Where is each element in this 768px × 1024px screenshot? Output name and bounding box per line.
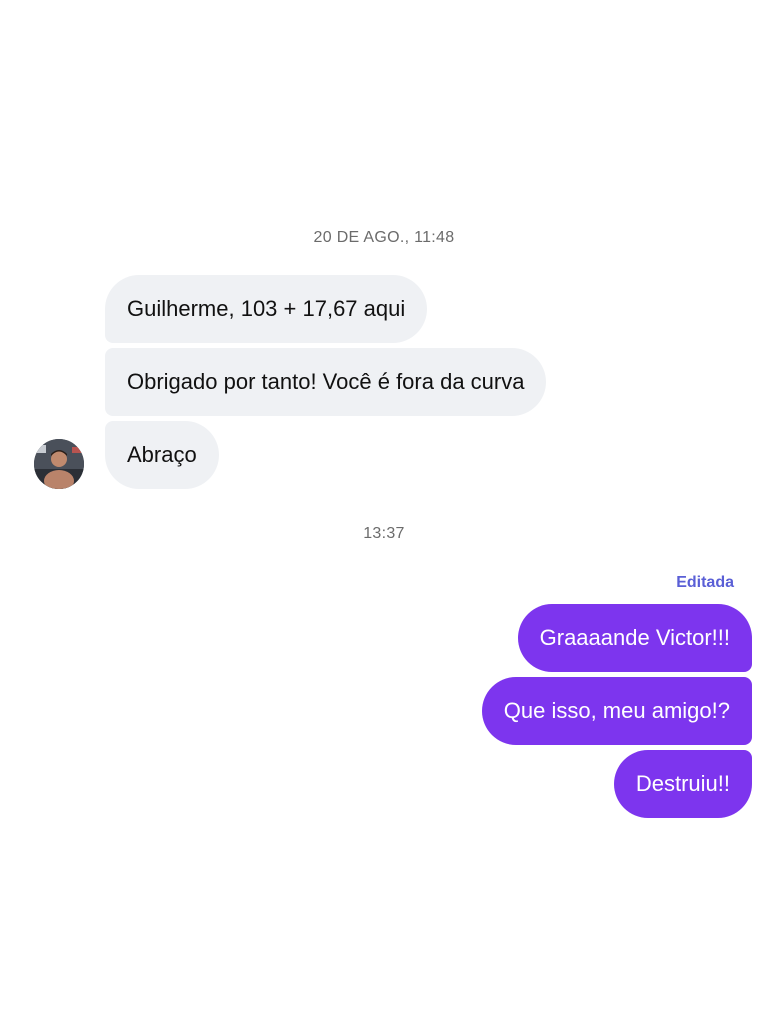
incoming-message[interactable]: Abraço xyxy=(105,421,219,489)
edited-label: Editada xyxy=(676,574,734,591)
timestamp-divider: 20 DE AGO., 11:48 xyxy=(313,229,455,246)
incoming-message[interactable]: Guilherme, 103 + 17,67 aqui xyxy=(105,275,428,343)
outgoing-message[interactable]: Que isso, meu amigo!? xyxy=(481,677,752,745)
incoming-message[interactable]: Obrigado por tanto! Você é fora da curva xyxy=(105,348,547,416)
outgoing-message[interactable]: Destruiu!! xyxy=(613,750,752,818)
contact-avatar[interactable] xyxy=(34,439,84,489)
avatar-icon xyxy=(34,439,84,489)
timestamp-divider: 13:37 xyxy=(363,525,405,542)
outgoing-message[interactable]: Graaaande Victor!!! xyxy=(517,604,752,672)
